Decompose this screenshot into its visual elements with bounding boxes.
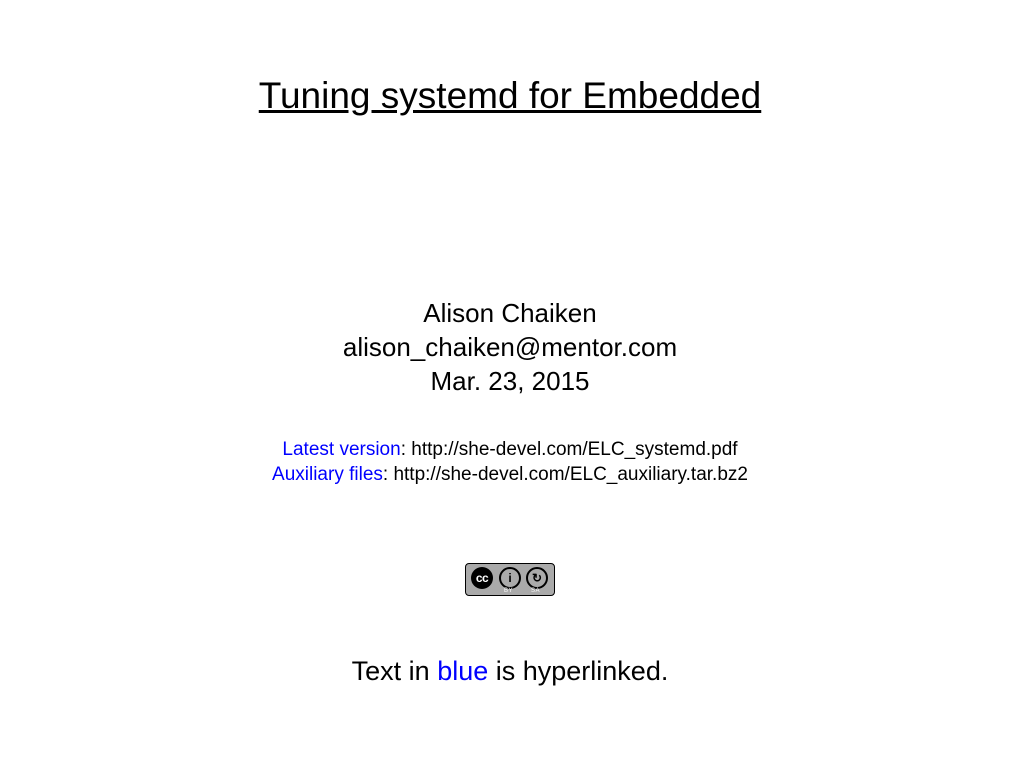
cc-icon: cc bbox=[471, 567, 493, 589]
latest-version-url: : http://she-devel.com/ELC_systemd.pdf bbox=[401, 439, 738, 460]
latest-version-line: Latest version: http://she-devel.com/ELC… bbox=[0, 438, 1020, 463]
author-date: Mar. 23, 2015 bbox=[0, 365, 1020, 399]
page-title: Tuning systemd for Embedded bbox=[0, 0, 1020, 117]
author-block: Alison Chaiken alison_chaiken@mentor.com… bbox=[0, 297, 1020, 398]
footer-note: Text in blue is hyperlinked. bbox=[0, 656, 1020, 687]
sa-label: SA bbox=[531, 588, 540, 594]
author-email: alison_chaiken@mentor.com bbox=[0, 331, 1020, 365]
footer-prefix: Text in bbox=[352, 656, 438, 686]
cc-by-sa-badge[interactable]: cc i ↻ BY SA bbox=[465, 563, 555, 596]
by-label: BY bbox=[504, 588, 513, 594]
author-name: Alison Chaiken bbox=[0, 297, 1020, 331]
auxiliary-files-label[interactable]: Auxiliary files bbox=[272, 464, 383, 485]
links-block: Latest version: http://she-devel.com/ELC… bbox=[0, 438, 1020, 487]
auxiliary-files-url: : http://she-devel.com/ELC_auxiliary.tar… bbox=[383, 464, 748, 485]
footer-blue-word[interactable]: blue bbox=[437, 656, 488, 686]
slide: Tuning systemd for Embedded Alison Chaik… bbox=[0, 0, 1020, 764]
latest-version-label[interactable]: Latest version bbox=[282, 439, 400, 460]
by-icon: i bbox=[499, 567, 521, 589]
auxiliary-files-line: Auxiliary files: http://she-devel.com/EL… bbox=[0, 463, 1020, 488]
sa-icon: ↻ bbox=[526, 567, 548, 589]
footer-suffix: is hyperlinked. bbox=[488, 656, 668, 686]
